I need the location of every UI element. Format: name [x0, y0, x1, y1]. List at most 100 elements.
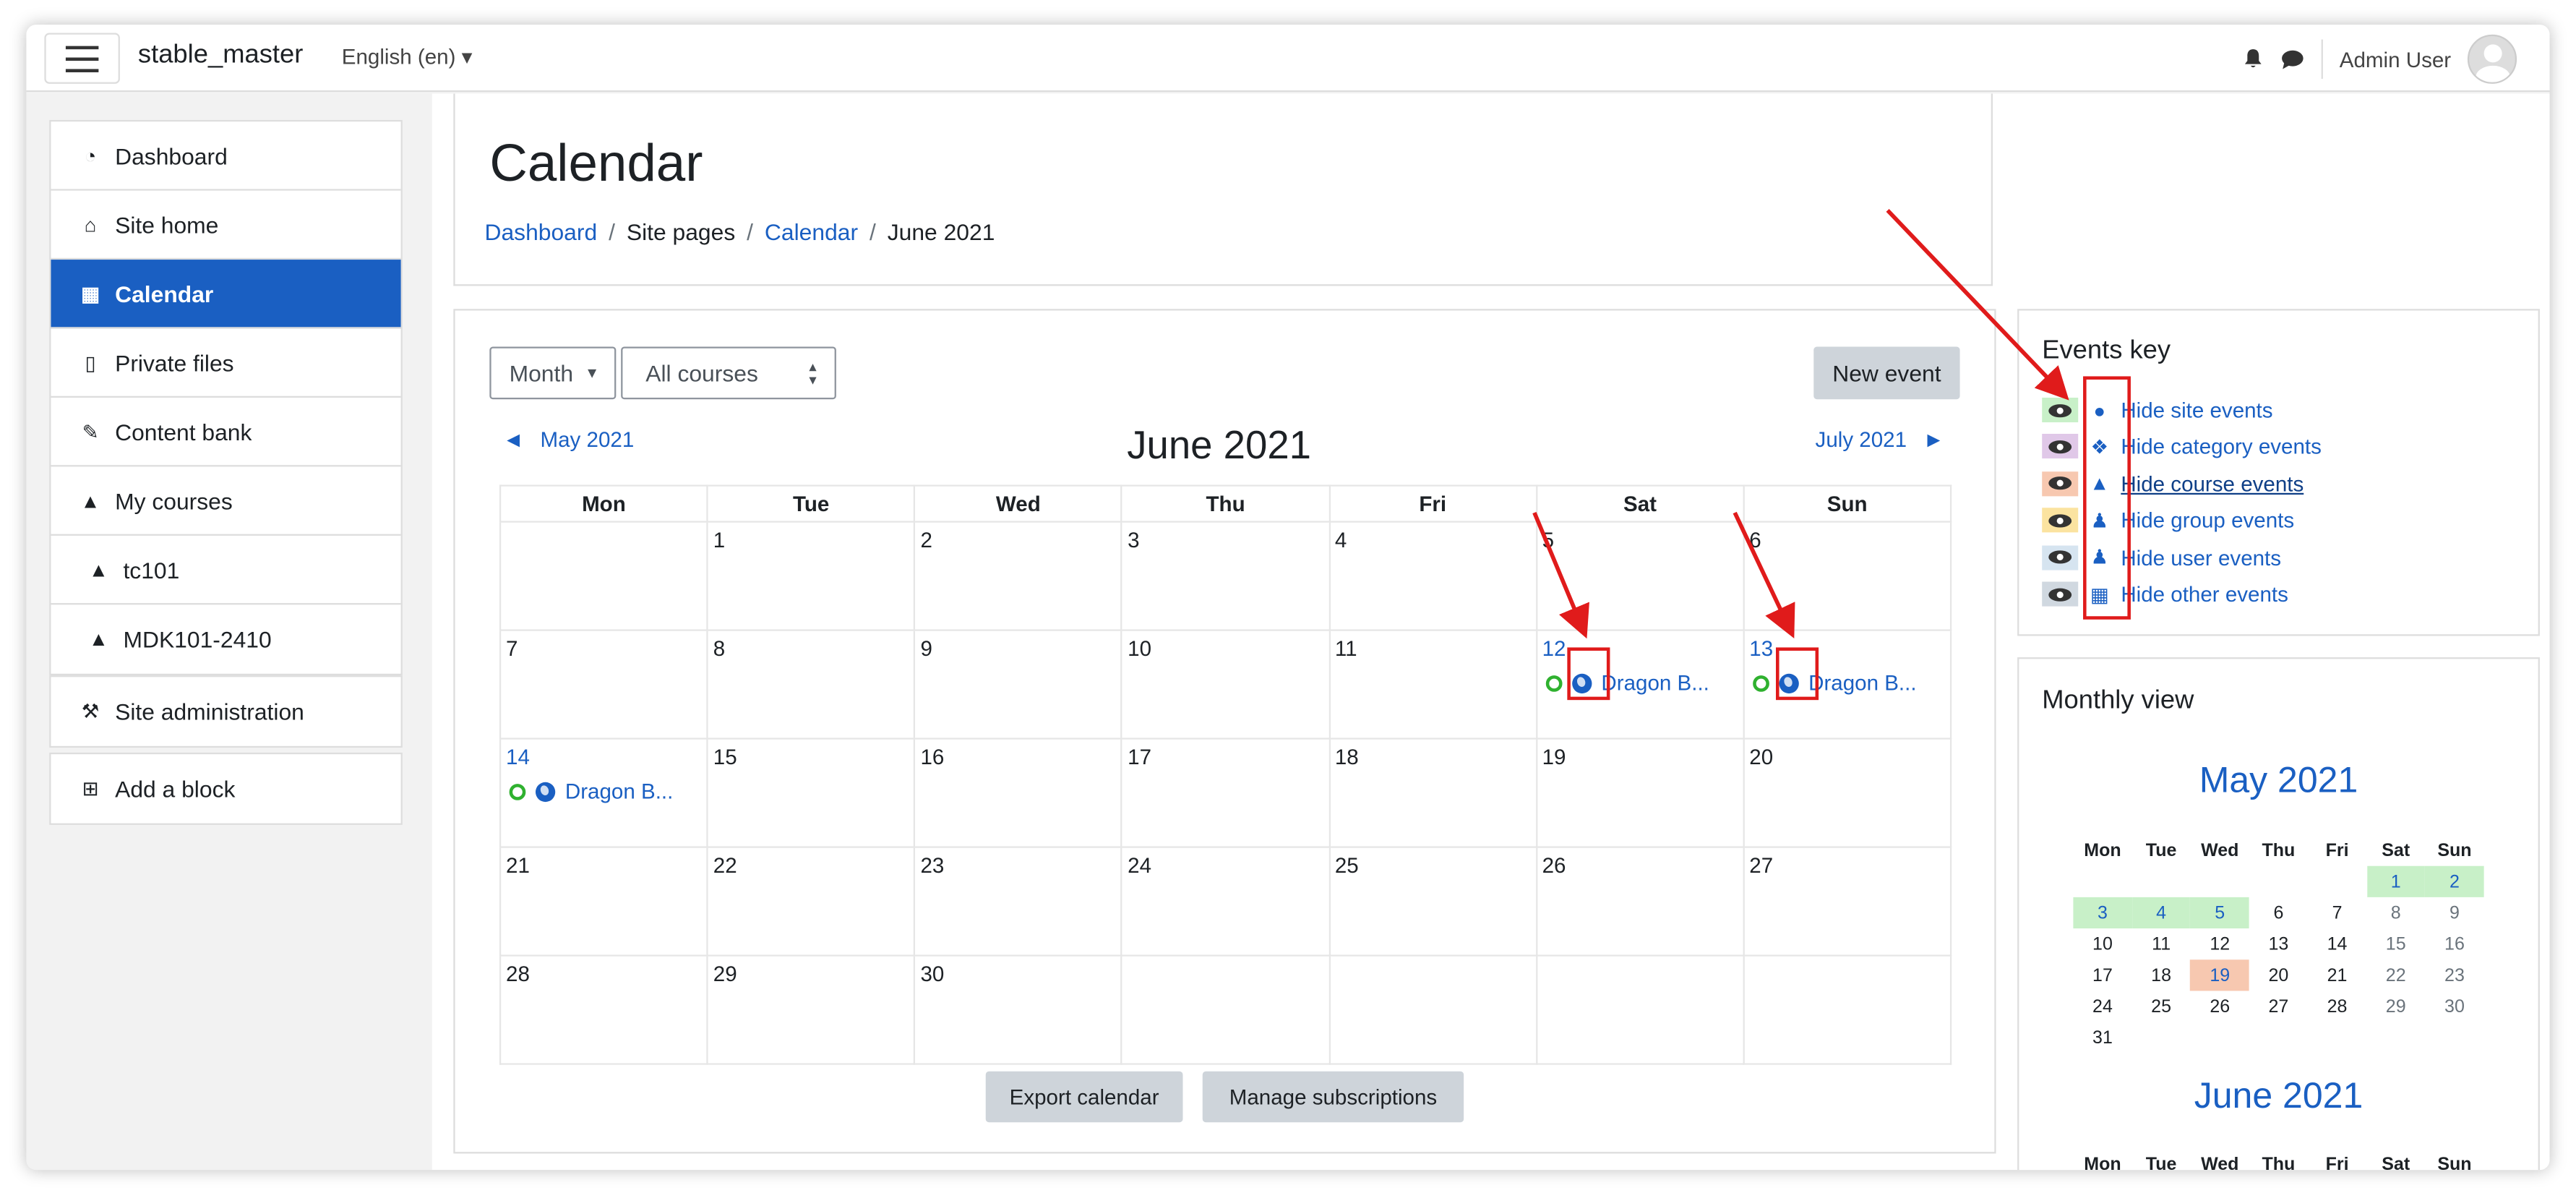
site-brand[interactable]: stable_master [138, 41, 303, 71]
mini-day[interactable]: 1 [2366, 865, 2426, 897]
globe-icon [535, 781, 556, 801]
day-cell[interactable]: 22 [706, 846, 916, 957]
eye-icon[interactable] [2042, 434, 2079, 459]
new-event-button[interactable]: New event [1813, 346, 1960, 400]
day-cell[interactable]: 11 [1328, 629, 1537, 740]
day-cell[interactable] [499, 521, 708, 631]
view-select[interactable]: Month ▼ [489, 346, 617, 400]
day-cell[interactable]: 19 [1535, 737, 1745, 848]
sidebar-item-site-home[interactable]: ⌂ Site home [51, 191, 401, 260]
chat-icon[interactable] [2280, 48, 2305, 70]
breadcrumb-calendar[interactable]: Calendar [765, 218, 858, 244]
events-key-row[interactable]: ● Hide site events [2042, 396, 2273, 424]
day-cell[interactable]: 13 Dragon B... [1743, 629, 1952, 740]
sidebar-item-content-bank[interactable]: ✎ Content bank [51, 398, 401, 467]
eye-icon[interactable] [2042, 581, 2079, 607]
export-calendar-button[interactable]: Export calendar [985, 1071, 1183, 1123]
day-cell[interactable] [1328, 954, 1537, 1065]
caret-down-icon: ▼ [584, 364, 600, 382]
eye-icon[interactable] [2042, 471, 2079, 496]
bell-icon[interactable] [2243, 48, 2264, 71]
mini-day: 25 [2151, 996, 2172, 1017]
day-cell[interactable]: 9 [914, 629, 1123, 740]
day-cell[interactable]: 27 [1743, 846, 1952, 957]
day-cell[interactable]: 10 [1121, 629, 1331, 740]
menu-toggle-button[interactable] [44, 33, 120, 84]
day-number[interactable]: 12 [1542, 636, 1566, 661]
events-key-row[interactable]: ▲ Hide course events [2042, 470, 2304, 498]
course-select-value: All courses [645, 359, 758, 387]
user-name[interactable]: Admin User [2340, 47, 2451, 72]
day-cell[interactable]: 20 [1743, 737, 1952, 848]
day-cell[interactable]: 2 [914, 521, 1123, 631]
mini-june-title[interactable]: June 2021 [2019, 1074, 2538, 1117]
mini-day[interactable]: 2 [2425, 865, 2484, 897]
manage-subscriptions-button[interactable]: Manage subscriptions [1202, 1071, 1464, 1123]
day-number: 15 [713, 744, 737, 769]
day-cell[interactable]: 3 [1121, 521, 1331, 631]
mini-calendar-may: Mon Tue Wed Thu Fri Sat Sun 1 2 3 4 5 6 7 8 9 10 11 12 13 14… [2073, 835, 2484, 1053]
course-select[interactable]: All courses ▴ ▾ [621, 346, 836, 400]
add-block-button[interactable]: ⊞ Add a block [51, 754, 400, 823]
day-cell[interactable]: 7 [499, 629, 708, 740]
eye-icon[interactable] [2042, 544, 2079, 570]
breadcrumb-dashboard[interactable]: Dashboard [485, 218, 598, 244]
day-cell[interactable]: 6 [1743, 521, 1952, 631]
mini-day[interactable]: 4 [2131, 897, 2191, 929]
day-cell[interactable]: 26 [1535, 846, 1745, 957]
day-cell[interactable]: 14 Dragon B... [499, 737, 708, 848]
sidebar-item-private-files[interactable]: ▯ Private files [51, 329, 401, 398]
eye-icon[interactable] [2042, 397, 2079, 423]
mini-day [2308, 866, 2366, 897]
day-number: 23 [920, 852, 945, 878]
day-cell[interactable]: 28 [499, 954, 708, 1065]
day-cell[interactable]: 24 [1121, 846, 1331, 957]
nav-drawer: ◔ Dashboard ⌂ Site home ▦ Calendar ▯ Private… [26, 93, 432, 1171]
day-cell[interactable]: 25 [1328, 846, 1537, 957]
events-key-row[interactable]: ▦ Hide other events [2042, 580, 2288, 608]
day-cell[interactable]: 4 [1328, 521, 1537, 631]
avatar[interactable] [2467, 34, 2517, 84]
browser-window: stable_master English (en) ▾ Admin User … [26, 25, 2550, 1171]
day-cell[interactable]: 15 [706, 737, 916, 848]
language-menu[interactable]: English (en) ▾ [342, 44, 473, 70]
day-cell[interactable]: 16 [914, 737, 1123, 848]
day-number: 8 [713, 636, 726, 661]
event-title: Dragon B... [1808, 670, 1917, 696]
mini-day[interactable]: 3 [2073, 897, 2132, 929]
day-cell[interactable]: 21 [499, 846, 708, 957]
sidebar-item-dashboard[interactable]: ◔ Dashboard [51, 121, 401, 191]
wrench-icon: ⚒ [81, 700, 100, 723]
sidebar-item-tc101[interactable]: ▲ tc101 [51, 536, 401, 605]
day-cell[interactable]: 8 [706, 629, 916, 740]
events-key-row[interactable]: ♟ Hide user events [2042, 543, 2281, 571]
day-number[interactable]: 14 [506, 745, 530, 769]
eye-icon[interactable] [2042, 508, 2079, 533]
day-cell[interactable]: 29 [706, 954, 916, 1065]
day-number[interactable]: 13 [1749, 636, 1773, 661]
day-cell[interactable]: 5 [1535, 521, 1745, 631]
day-cell[interactable]: 23 [914, 846, 1123, 957]
sidebar-item-mdk101[interactable]: ▲ MDK101-2410 [51, 604, 400, 673]
day-cell[interactable]: 17 [1121, 737, 1331, 848]
circle-icon [1752, 674, 1769, 691]
day-cell[interactable] [1743, 954, 1952, 1065]
chevron-left-icon: ◄ [502, 427, 524, 452]
mini-day[interactable]: 5 [2190, 897, 2249, 929]
mini-day[interactable]: 19 [2190, 959, 2249, 991]
day-cell[interactable] [1535, 954, 1745, 1065]
events-key-row[interactable]: ♟ Hide group events [2042, 506, 2294, 534]
day-cell[interactable]: 1 [706, 521, 916, 631]
sidebar-item-my-courses[interactable]: ▲ My courses [51, 466, 401, 536]
day-cell[interactable] [1121, 954, 1331, 1065]
sidebar-item-site-administration[interactable]: ⚒ Site administration [51, 677, 400, 745]
day-cell[interactable]: 30 [914, 954, 1123, 1065]
mini-may-title[interactable]: May 2021 [2019, 759, 2538, 802]
prev-month-link[interactable]: ◄ May 2021 [503, 427, 635, 452]
day-number: 27 [1749, 852, 1774, 878]
sidebar-item-calendar[interactable]: ▦ Calendar [51, 260, 401, 329]
day-cell[interactable]: 18 [1328, 737, 1537, 848]
calendar-event[interactable]: Dragon B... [509, 779, 673, 803]
mini-weekday: Fri [2325, 1154, 2349, 1171]
next-month-link[interactable]: July 2021 ► [1816, 427, 1944, 452]
